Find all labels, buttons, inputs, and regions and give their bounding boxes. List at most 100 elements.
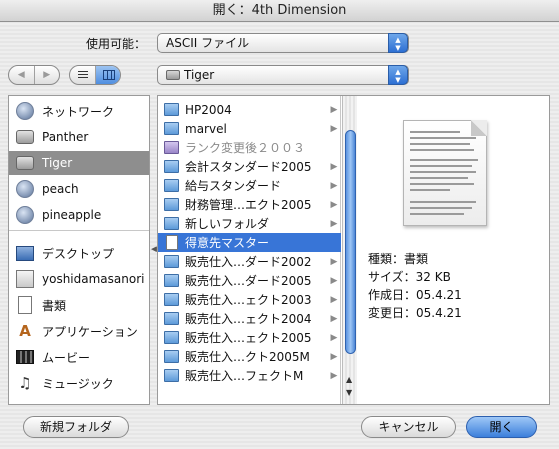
disk-icon [166, 70, 180, 80]
sidebar-item-movies[interactable]: ムービー [9, 345, 149, 369]
folder-icon [164, 160, 179, 173]
sidebar-item-label: デスクトップ [42, 246, 115, 261]
sidebar-divider [9, 230, 149, 231]
globe-icon [16, 102, 34, 120]
sidebar-item-panther[interactable]: Panther [9, 125, 149, 149]
format-label: 使用可能： [86, 37, 147, 51]
folder-icon [164, 293, 179, 306]
sidebar-item-label: 書類 [42, 298, 67, 313]
music-icon: ♫ [18, 374, 32, 392]
column-view-button[interactable] [94, 66, 120, 84]
chevron-right-icon: ▶ [330, 275, 338, 286]
sidebar-item-peach[interactable]: peach [9, 177, 149, 201]
list-item[interactable]: 販売仕入…クト2005M ▶ [158, 347, 341, 366]
sidebar-item-label: アプリケーション [42, 324, 138, 339]
list-item[interactable]: 販売仕入…ダード2002 ▶ [158, 252, 341, 271]
list-item-selected[interactable]: 得意先マスター [158, 233, 341, 252]
chevron-right-icon: ▶ [330, 123, 338, 134]
popup-arrows-icon: ▲ ▼ [388, 65, 408, 85]
sidebar-item-label: ムービー [42, 350, 91, 365]
sidebar-item-network[interactable]: ネットワーク [9, 99, 149, 123]
list-view-button[interactable] [70, 66, 95, 84]
sidebar-item-applications[interactable]: A アプリケーション [9, 319, 149, 343]
preview-pane: 種類：書類 サイズ：32 KB 作成日：05.4.21 変更日：05.4.21 [358, 96, 549, 404]
applications-icon: A [19, 322, 31, 340]
sidebar: ネットワーク Panther Tiger peach pineapple デスク… [8, 95, 150, 405]
list-item[interactable]: marvel ▶ [158, 119, 341, 138]
sidebar-item-label: peach [42, 182, 79, 196]
chevron-right-icon: ▶ [330, 256, 338, 267]
location-popup-value: Tiger [184, 68, 215, 82]
cancel-button[interactable]: キャンセル [361, 416, 456, 438]
sidebar-item-label: yoshidamasanori [42, 272, 145, 286]
document-preview-icon [403, 120, 487, 226]
new-folder-button[interactable]: 新規フォルダ [23, 416, 129, 438]
sidebar-item-label: ミュージック [42, 376, 114, 391]
preview-kind: 種類：書類 [368, 252, 429, 266]
list-item[interactable]: 販売仕入…ェクト2005 ▶ [158, 328, 341, 347]
list-item[interactable]: 販売仕入…ェクト2003 ▶ [158, 290, 341, 309]
sidebar-item-label: Panther [42, 130, 89, 144]
sidebar-item-home[interactable]: yoshidamasanori [9, 267, 149, 291]
folder-icon [164, 217, 179, 230]
file-column: HP2004 ▶ marvel ▶ ランク変更後２００３ 会計スタンダード2005 ▶… [158, 96, 341, 404]
folder-icon [164, 122, 179, 135]
scroll-down-arrow-icon[interactable]: ▼ [346, 388, 352, 397]
preview-size: サイズ：32 KB [368, 270, 451, 284]
sidebar-item-music[interactable]: ♫ ミュージック [9, 371, 149, 395]
list-item[interactable]: 販売仕入…ダード2005 ▶ [158, 271, 341, 290]
open-button[interactable]: 開く [466, 416, 537, 438]
chevron-right-icon: ▶ [330, 294, 338, 305]
history-navigation: ◀ ▶ [8, 65, 60, 85]
folder-icon [164, 255, 179, 268]
chevron-right-icon: ▶ [330, 370, 338, 381]
folder-icon [164, 274, 179, 287]
disk-icon [16, 156, 34, 170]
sidebar-item-tiger[interactable]: Tiger [9, 151, 149, 175]
format-popup[interactable]: ASCII ファイル ▲ ▼ [157, 33, 409, 53]
sidebar-item-label: pineapple [42, 208, 102, 222]
forward-button[interactable]: ▶ [33, 66, 60, 84]
back-button[interactable]: ◀ [9, 66, 34, 84]
folder-icon [164, 331, 179, 344]
list-item[interactable]: 会計スタンダード2005 ▶ [158, 157, 341, 176]
scroll-up-arrow-icon[interactable]: ▲ [346, 375, 352, 384]
sidebar-item-documents[interactable]: 書類 [9, 293, 149, 317]
window-title: 開く：4th Dimension [0, 0, 559, 22]
sidebar-item-pineapple[interactable]: pineapple [9, 203, 149, 227]
chevron-right-icon: ▶ [330, 218, 338, 229]
alias-icon [164, 141, 179, 154]
disk-icon [16, 130, 34, 144]
home-icon [16, 270, 34, 288]
folder-icon [164, 103, 179, 116]
column-scrollbar[interactable]: ▲ ▼ [342, 96, 357, 404]
sidebar-item-desktop[interactable]: デスクトップ [9, 241, 149, 265]
chevron-right-icon: ▶ [330, 313, 338, 324]
list-item[interactable]: ランク変更後２００３ [158, 138, 341, 157]
list-item[interactable]: 財務管理…エクト2005 ▶ [158, 195, 341, 214]
list-item[interactable]: 新しいフォルダ ▶ [158, 214, 341, 233]
chevron-right-icon: ▶ [330, 332, 338, 343]
popup-arrows-icon: ▲ ▼ [388, 33, 408, 53]
folder-icon [164, 312, 179, 325]
list-item[interactable]: 給与スタンダード ▶ [158, 176, 341, 195]
list-item[interactable]: HP2004 ▶ [158, 100, 341, 119]
sidebar-item-label: ネットワーク [42, 104, 115, 119]
scrollbar-thumb[interactable] [345, 130, 356, 354]
document-icon [166, 235, 178, 250]
location-popup[interactable]: Tiger ▲ ▼ [157, 65, 409, 85]
list-item[interactable]: 販売仕入…フェクトM ▶ [158, 366, 341, 385]
desktop-icon [16, 245, 34, 261]
chevron-right-icon: ▶ [330, 104, 338, 115]
globe-icon [16, 180, 34, 198]
format-popup-value: ASCII ファイル [166, 36, 250, 50]
movies-icon [16, 350, 34, 364]
column-view-icon [102, 70, 115, 80]
chevron-right-icon: ▶ [330, 161, 338, 172]
sidebar-item-label: Tiger [42, 156, 73, 170]
chevron-right-icon: ▶ [330, 199, 338, 210]
view-mode-control [69, 65, 121, 85]
chevron-right-icon: ▶ [330, 180, 338, 191]
list-item[interactable]: 販売仕入…ェクト2004 ▶ [158, 309, 341, 328]
folder-icon [164, 350, 179, 363]
